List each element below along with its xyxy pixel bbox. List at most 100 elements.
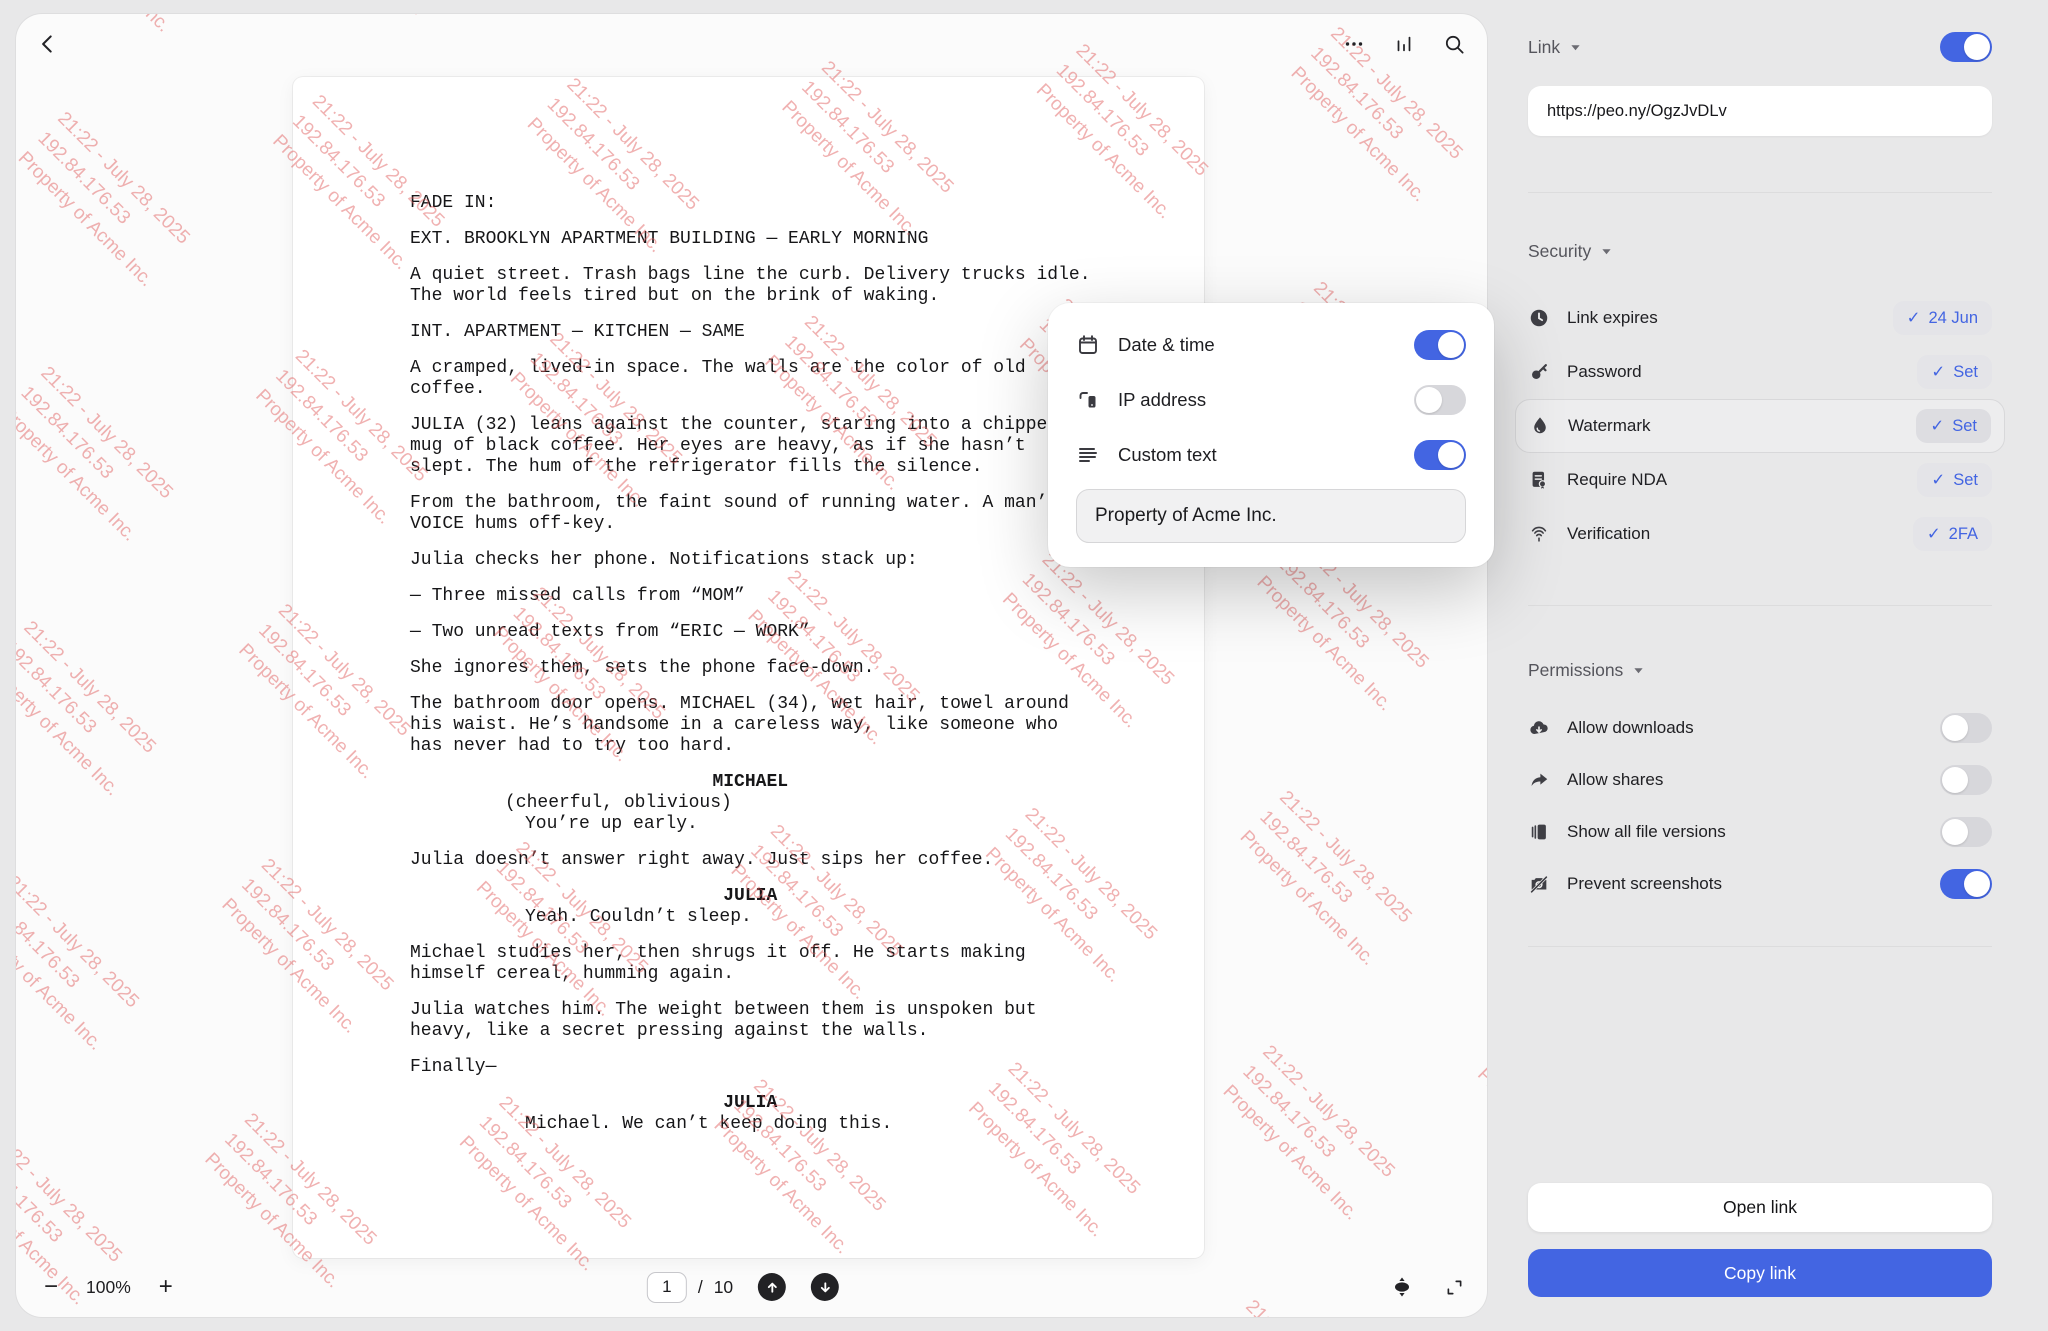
- dialogue-line: Yeah. Couldn’t sleep.: [525, 907, 1091, 928]
- security-row-watermark[interactable]: Watermark ✓Set: [1515, 399, 2005, 453]
- permission-row-label: Allow shares: [1567, 770, 1663, 790]
- watermark-text: 21:22 - July 28, 2025192.84.176.53Proper…: [16, 360, 181, 548]
- permissions-section-title: Permissions: [1528, 660, 1623, 681]
- ellipsis-icon: [1342, 32, 1366, 56]
- check-glyph: ✓: [1931, 470, 1945, 490]
- watermark-text: 21:22 - July 28, 2025192.84.176.53Proper…: [1470, 1022, 1487, 1210]
- security-row-label: Watermark: [1568, 416, 1651, 436]
- script-block: Julia doesn’t answer right away. Just si…: [410, 850, 1091, 871]
- watermark-text: 21:22 - July 28, 2025192.84.176.53Proper…: [282, 14, 470, 22]
- popover-row-custom-text[interactable]: Custom text: [1076, 431, 1466, 479]
- fullscreen-button[interactable]: [1436, 1269, 1472, 1305]
- permissions-section-header[interactable]: Permissions: [1528, 658, 1992, 682]
- status-badge: ✓24 Jun: [1893, 301, 1992, 335]
- popover-row-label: Date & time: [1118, 334, 1215, 356]
- link-section-title: Link: [1528, 37, 1560, 58]
- check-glyph: ✓: [1930, 416, 1944, 436]
- security-row-verification[interactable]: Verification ✓2FA: [1528, 507, 1992, 561]
- permission-row-prevent-screenshots[interactable]: Prevent screenshots: [1528, 858, 1992, 910]
- more-options-button[interactable]: [1336, 26, 1372, 62]
- status-badge: ✓Set: [1917, 463, 1992, 497]
- share-arrow-icon: [1528, 769, 1550, 792]
- custom-watermark-text-input[interactable]: [1076, 489, 1466, 543]
- page-total: 10: [714, 1277, 733, 1298]
- link-enabled-toggle[interactable]: [1940, 32, 1992, 62]
- zoom-in-button[interactable]: +: [155, 1275, 177, 1299]
- script-block: FADE IN:: [410, 193, 1091, 214]
- share-url-input[interactable]: [1528, 86, 1992, 136]
- allow-shares-toggle[interactable]: [1940, 765, 1992, 795]
- popover-row-label: Custom text: [1118, 444, 1217, 466]
- character-cue: JULIA: [410, 886, 1091, 907]
- check-glyph: ✓: [1931, 362, 1945, 382]
- link-section-header[interactable]: Link: [1528, 37, 1581, 58]
- analytics-button[interactable]: [1386, 26, 1422, 62]
- next-page-button[interactable]: [811, 1273, 839, 1301]
- watermark-text: 21:22 - July 28, 2025192.84.176.53Proper…: [1215, 1039, 1403, 1227]
- security-row-password[interactable]: Password ✓Set: [1528, 345, 1992, 399]
- script-block: Julia watches him. The weight between th…: [410, 1000, 1091, 1042]
- link-settings-panel: Link Security Link expires ✓24 Jun Passw…: [1487, 0, 2048, 1331]
- watermark-text: 21:22 - July 28, 2025192.84.176.53Proper…: [1232, 784, 1420, 972]
- chevron-down-icon: [1633, 665, 1644, 676]
- character-cue: JULIA: [410, 1093, 1091, 1114]
- chevron-down-icon: [1570, 42, 1581, 53]
- parenthetical: (cheerful, oblivious): [505, 793, 1091, 814]
- security-row-label: Verification: [1567, 524, 1650, 544]
- cloud-download-icon: [1528, 717, 1550, 740]
- script-block: Michael studies her, then shrugs it off.…: [410, 943, 1091, 985]
- script-block: A quiet street. Trash bags line the curb…: [410, 265, 1091, 307]
- watermark-text: 21:22 - July 28, 2025192.84.176.53Proper…: [944, 1310, 1132, 1317]
- scroll-mode-button[interactable]: [1384, 1269, 1420, 1305]
- prevent-screenshots-toggle[interactable]: [1940, 869, 1992, 899]
- scroll-mode-icon: [1390, 1275, 1414, 1299]
- clock-icon: [1528, 307, 1550, 329]
- permission-row-label: Show all file versions: [1567, 822, 1726, 842]
- permission-row-allow-shares[interactable]: Allow shares: [1528, 754, 1992, 806]
- text-lines-icon: [1076, 443, 1100, 467]
- allow-downloads-toggle[interactable]: [1940, 713, 1992, 743]
- screenplay-text: FADE IN: EXT. BROOKLYN APARTMENT BUILDIN…: [410, 193, 1091, 1135]
- arrow-up-icon: [764, 1279, 781, 1296]
- popover-row-label: IP address: [1118, 389, 1206, 411]
- fingerprint-icon: [1528, 523, 1550, 545]
- permission-row-file-versions[interactable]: Show all file versions: [1528, 806, 1992, 858]
- search-button[interactable]: [1436, 26, 1472, 62]
- droplet-icon: [1529, 415, 1551, 437]
- previous-page-button[interactable]: [758, 1273, 786, 1301]
- page-number-input[interactable]: [647, 1272, 687, 1303]
- watermark-text: 21:22 - July 28, 2025192.84.176.53Proper…: [16, 615, 164, 803]
- zoom-out-button[interactable]: −: [40, 1275, 62, 1299]
- dialogue-line: Michael. We can’t keep doing this.: [525, 1114, 1091, 1135]
- watermark-text: 21:22 - July 28, 2025192.84.176.53Proper…: [16, 105, 198, 293]
- popover-row-ip-address[interactable]: IP address: [1076, 376, 1466, 424]
- key-icon: [1528, 361, 1550, 383]
- permission-row-allow-downloads[interactable]: Allow downloads: [1528, 702, 1992, 754]
- security-row-require-nda[interactable]: Require NDA ✓Set: [1528, 453, 1992, 507]
- permission-row-label: Prevent screenshots: [1567, 874, 1722, 894]
- file-versions-toggle[interactable]: [1940, 817, 1992, 847]
- document-page: FADE IN: EXT. BROOKLYN APARTMENT BUILDIN…: [293, 77, 1204, 1258]
- zoom-controls: − 100% +: [40, 1269, 177, 1305]
- script-block: EXT. BROOKLYN APARTMENT BUILDING — EARLY…: [410, 229, 1091, 250]
- security-section-header[interactable]: Security: [1528, 239, 1992, 263]
- security-section-title: Security: [1528, 241, 1591, 262]
- back-button[interactable]: [30, 26, 66, 62]
- ip-address-toggle[interactable]: [1414, 385, 1466, 415]
- script-block: From the bathroom, the faint sound of ru…: [410, 493, 1091, 535]
- document-viewer: FADE IN: EXT. BROOKLYN APARTMENT BUILDIN…: [16, 14, 1487, 1317]
- security-row-link-expires[interactable]: Link expires ✓24 Jun: [1528, 291, 1992, 345]
- script-block: JULIA (32) leans against the counter, st…: [410, 415, 1091, 478]
- date-time-toggle[interactable]: [1414, 330, 1466, 360]
- arrow-down-icon: [817, 1279, 834, 1296]
- divider: [1528, 946, 1992, 947]
- popover-row-date-time[interactable]: Date & time: [1076, 321, 1466, 369]
- zoom-level: 100%: [86, 1277, 131, 1298]
- script-block: — Two unread texts from “ERIC — WORK”: [410, 622, 1091, 643]
- script-block: Finally—: [410, 1057, 1091, 1078]
- copy-link-button[interactable]: Copy link: [1528, 1249, 1992, 1297]
- security-row-label: Password: [1567, 362, 1642, 382]
- open-link-button[interactable]: Open link: [1528, 1183, 1992, 1232]
- custom-text-toggle[interactable]: [1414, 440, 1466, 470]
- file-badge-icon: [1528, 469, 1550, 491]
